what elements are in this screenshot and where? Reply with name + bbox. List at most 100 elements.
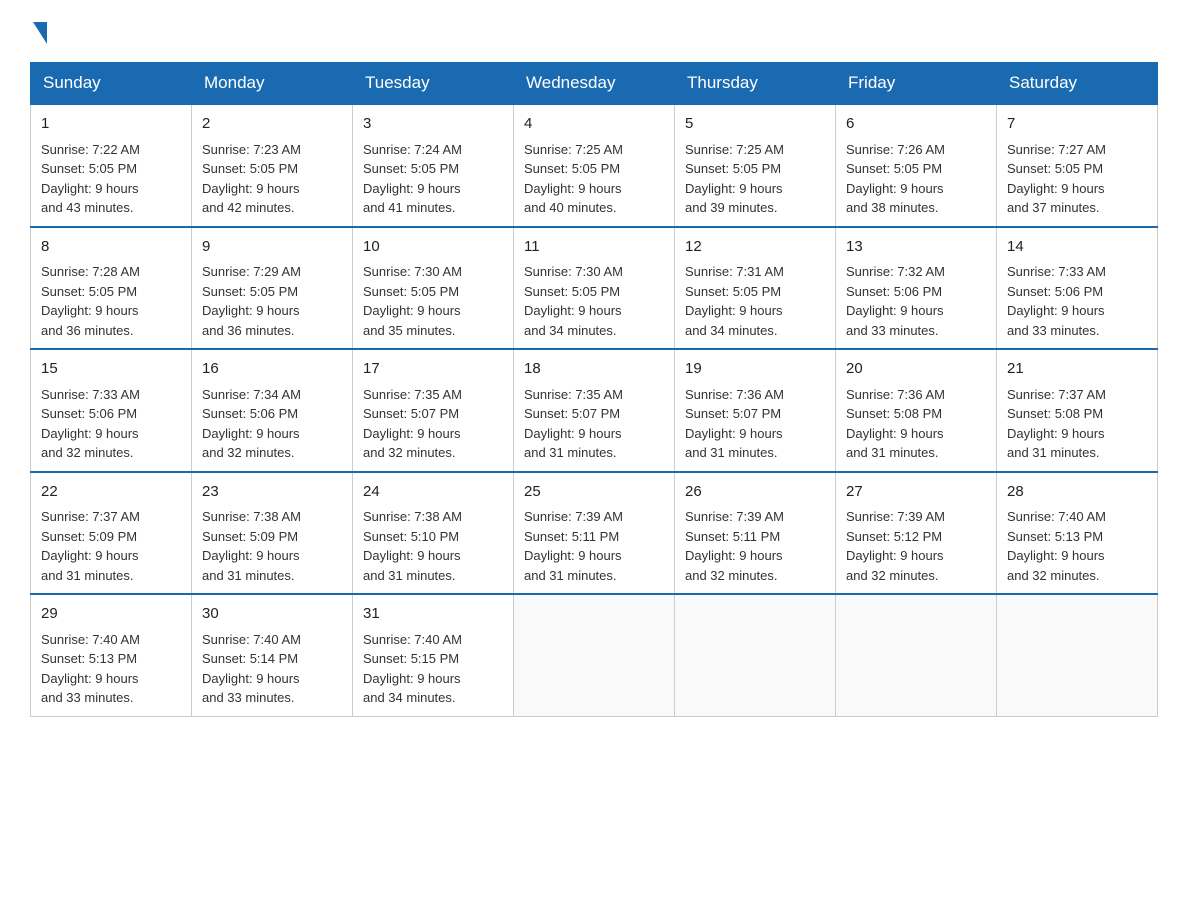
day-number: 13 — [846, 236, 986, 259]
calendar-cell: 20 Sunrise: 7:36 AMSunset: 5:08 PMDaylig… — [836, 349, 997, 472]
calendar-cell: 30 Sunrise: 7:40 AMSunset: 5:14 PMDaylig… — [192, 594, 353, 716]
day-number: 30 — [202, 603, 342, 626]
day-info: Sunrise: 7:35 AMSunset: 5:07 PMDaylight:… — [524, 387, 623, 461]
calendar-cell: 11 Sunrise: 7:30 AMSunset: 5:05 PMDaylig… — [514, 227, 675, 350]
day-info: Sunrise: 7:34 AMSunset: 5:06 PMDaylight:… — [202, 387, 301, 461]
calendar-cell: 5 Sunrise: 7:25 AMSunset: 5:05 PMDayligh… — [675, 104, 836, 227]
calendar-cell: 19 Sunrise: 7:36 AMSunset: 5:07 PMDaylig… — [675, 349, 836, 472]
day-number: 3 — [363, 113, 503, 136]
calendar-header-friday: Friday — [836, 63, 997, 105]
calendar-cell: 24 Sunrise: 7:38 AMSunset: 5:10 PMDaylig… — [353, 472, 514, 595]
day-number: 17 — [363, 358, 503, 381]
day-number: 15 — [41, 358, 181, 381]
calendar-body: 1 Sunrise: 7:22 AMSunset: 5:05 PMDayligh… — [31, 104, 1158, 716]
day-number: 18 — [524, 358, 664, 381]
calendar-cell: 14 Sunrise: 7:33 AMSunset: 5:06 PMDaylig… — [997, 227, 1158, 350]
day-info: Sunrise: 7:25 AMSunset: 5:05 PMDaylight:… — [524, 142, 623, 216]
day-info: Sunrise: 7:27 AMSunset: 5:05 PMDaylight:… — [1007, 142, 1106, 216]
calendar-cell: 10 Sunrise: 7:30 AMSunset: 5:05 PMDaylig… — [353, 227, 514, 350]
calendar-cell: 18 Sunrise: 7:35 AMSunset: 5:07 PMDaylig… — [514, 349, 675, 472]
day-number: 7 — [1007, 113, 1147, 136]
page-header — [30, 20, 1158, 42]
day-number: 5 — [685, 113, 825, 136]
logo-triangle-icon — [33, 22, 47, 44]
day-number: 14 — [1007, 236, 1147, 259]
calendar-cell: 3 Sunrise: 7:24 AMSunset: 5:05 PMDayligh… — [353, 104, 514, 227]
calendar-week-row: 15 Sunrise: 7:33 AMSunset: 5:06 PMDaylig… — [31, 349, 1158, 472]
calendar-cell: 15 Sunrise: 7:33 AMSunset: 5:06 PMDaylig… — [31, 349, 192, 472]
day-number: 31 — [363, 603, 503, 626]
day-number: 2 — [202, 113, 342, 136]
calendar-cell — [836, 594, 997, 716]
logo — [30, 20, 47, 42]
day-info: Sunrise: 7:33 AMSunset: 5:06 PMDaylight:… — [41, 387, 140, 461]
day-info: Sunrise: 7:38 AMSunset: 5:09 PMDaylight:… — [202, 509, 301, 583]
day-info: Sunrise: 7:38 AMSunset: 5:10 PMDaylight:… — [363, 509, 462, 583]
day-info: Sunrise: 7:37 AMSunset: 5:09 PMDaylight:… — [41, 509, 140, 583]
day-info: Sunrise: 7:40 AMSunset: 5:13 PMDaylight:… — [1007, 509, 1106, 583]
day-info: Sunrise: 7:36 AMSunset: 5:07 PMDaylight:… — [685, 387, 784, 461]
calendar-cell: 7 Sunrise: 7:27 AMSunset: 5:05 PMDayligh… — [997, 104, 1158, 227]
calendar-cell: 22 Sunrise: 7:37 AMSunset: 5:09 PMDaylig… — [31, 472, 192, 595]
calendar-cell: 17 Sunrise: 7:35 AMSunset: 5:07 PMDaylig… — [353, 349, 514, 472]
day-info: Sunrise: 7:36 AMSunset: 5:08 PMDaylight:… — [846, 387, 945, 461]
calendar-header-row: SundayMondayTuesdayWednesdayThursdayFrid… — [31, 63, 1158, 105]
day-info: Sunrise: 7:23 AMSunset: 5:05 PMDaylight:… — [202, 142, 301, 216]
calendar-cell: 26 Sunrise: 7:39 AMSunset: 5:11 PMDaylig… — [675, 472, 836, 595]
calendar-cell: 29 Sunrise: 7:40 AMSunset: 5:13 PMDaylig… — [31, 594, 192, 716]
day-number: 23 — [202, 481, 342, 504]
calendar-cell: 28 Sunrise: 7:40 AMSunset: 5:13 PMDaylig… — [997, 472, 1158, 595]
calendar-week-row: 22 Sunrise: 7:37 AMSunset: 5:09 PMDaylig… — [31, 472, 1158, 595]
calendar-cell: 4 Sunrise: 7:25 AMSunset: 5:05 PMDayligh… — [514, 104, 675, 227]
day-info: Sunrise: 7:39 AMSunset: 5:11 PMDaylight:… — [524, 509, 623, 583]
day-info: Sunrise: 7:39 AMSunset: 5:11 PMDaylight:… — [685, 509, 784, 583]
calendar-header-monday: Monday — [192, 63, 353, 105]
day-info: Sunrise: 7:28 AMSunset: 5:05 PMDaylight:… — [41, 264, 140, 338]
day-info: Sunrise: 7:26 AMSunset: 5:05 PMDaylight:… — [846, 142, 945, 216]
calendar-week-row: 1 Sunrise: 7:22 AMSunset: 5:05 PMDayligh… — [31, 104, 1158, 227]
calendar-cell — [997, 594, 1158, 716]
day-info: Sunrise: 7:39 AMSunset: 5:12 PMDaylight:… — [846, 509, 945, 583]
day-number: 1 — [41, 113, 181, 136]
calendar-week-row: 29 Sunrise: 7:40 AMSunset: 5:13 PMDaylig… — [31, 594, 1158, 716]
calendar-header-sunday: Sunday — [31, 63, 192, 105]
day-number: 10 — [363, 236, 503, 259]
day-number: 4 — [524, 113, 664, 136]
day-info: Sunrise: 7:33 AMSunset: 5:06 PMDaylight:… — [1007, 264, 1106, 338]
calendar-cell: 2 Sunrise: 7:23 AMSunset: 5:05 PMDayligh… — [192, 104, 353, 227]
day-info: Sunrise: 7:35 AMSunset: 5:07 PMDaylight:… — [363, 387, 462, 461]
calendar-cell: 16 Sunrise: 7:34 AMSunset: 5:06 PMDaylig… — [192, 349, 353, 472]
calendar-cell — [675, 594, 836, 716]
day-info: Sunrise: 7:32 AMSunset: 5:06 PMDaylight:… — [846, 264, 945, 338]
day-number: 6 — [846, 113, 986, 136]
day-info: Sunrise: 7:25 AMSunset: 5:05 PMDaylight:… — [685, 142, 784, 216]
calendar-cell: 13 Sunrise: 7:32 AMSunset: 5:06 PMDaylig… — [836, 227, 997, 350]
day-number: 9 — [202, 236, 342, 259]
calendar-table: SundayMondayTuesdayWednesdayThursdayFrid… — [30, 62, 1158, 717]
day-info: Sunrise: 7:30 AMSunset: 5:05 PMDaylight:… — [363, 264, 462, 338]
day-number: 24 — [363, 481, 503, 504]
day-number: 12 — [685, 236, 825, 259]
calendar-cell: 8 Sunrise: 7:28 AMSunset: 5:05 PMDayligh… — [31, 227, 192, 350]
calendar-header-thursday: Thursday — [675, 63, 836, 105]
calendar-header-wednesday: Wednesday — [514, 63, 675, 105]
calendar-cell — [514, 594, 675, 716]
calendar-cell: 25 Sunrise: 7:39 AMSunset: 5:11 PMDaylig… — [514, 472, 675, 595]
calendar-cell: 6 Sunrise: 7:26 AMSunset: 5:05 PMDayligh… — [836, 104, 997, 227]
calendar-cell: 21 Sunrise: 7:37 AMSunset: 5:08 PMDaylig… — [997, 349, 1158, 472]
calendar-cell: 31 Sunrise: 7:40 AMSunset: 5:15 PMDaylig… — [353, 594, 514, 716]
day-number: 22 — [41, 481, 181, 504]
day-number: 28 — [1007, 481, 1147, 504]
day-number: 25 — [524, 481, 664, 504]
day-info: Sunrise: 7:31 AMSunset: 5:05 PMDaylight:… — [685, 264, 784, 338]
calendar-header-saturday: Saturday — [997, 63, 1158, 105]
day-number: 8 — [41, 236, 181, 259]
calendar-cell: 9 Sunrise: 7:29 AMSunset: 5:05 PMDayligh… — [192, 227, 353, 350]
day-number: 16 — [202, 358, 342, 381]
calendar-cell: 1 Sunrise: 7:22 AMSunset: 5:05 PMDayligh… — [31, 104, 192, 227]
calendar-cell: 27 Sunrise: 7:39 AMSunset: 5:12 PMDaylig… — [836, 472, 997, 595]
day-number: 26 — [685, 481, 825, 504]
day-number: 20 — [846, 358, 986, 381]
day-info: Sunrise: 7:40 AMSunset: 5:13 PMDaylight:… — [41, 632, 140, 706]
day-info: Sunrise: 7:40 AMSunset: 5:14 PMDaylight:… — [202, 632, 301, 706]
